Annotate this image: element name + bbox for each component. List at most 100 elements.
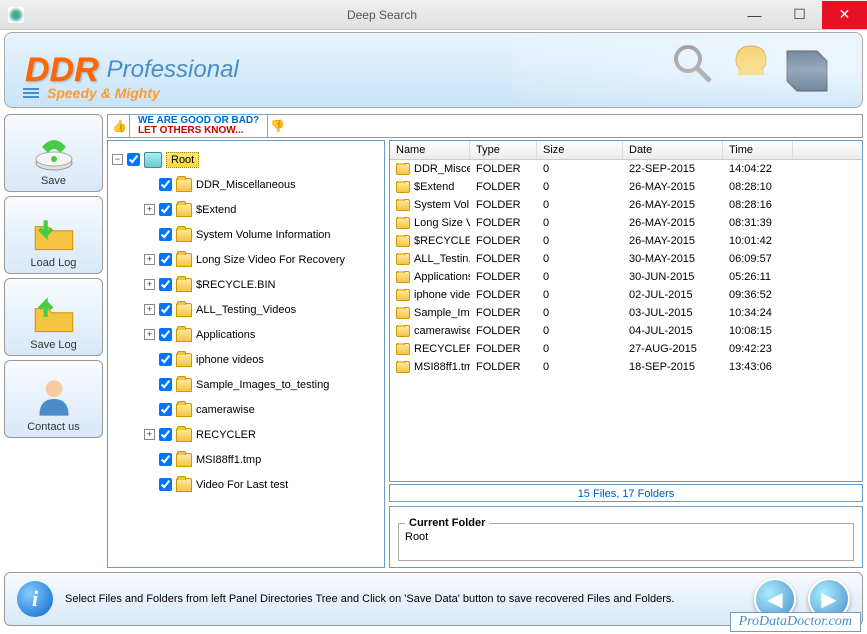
tree-item-checkbox[interactable] — [159, 353, 172, 366]
tree-item-checkbox[interactable] — [159, 403, 172, 416]
col-type[interactable]: Type — [470, 141, 537, 159]
cell-name: DDR_Miscel... — [414, 163, 470, 175]
cell-name: ALL_Testin... — [414, 253, 470, 265]
tree-item-checkbox[interactable] — [159, 253, 172, 266]
save-log-button[interactable]: Save Log — [4, 278, 103, 356]
tree-expand-icon[interactable]: + — [144, 329, 155, 340]
cell-name: RECYCLER — [414, 343, 470, 355]
table-row[interactable]: $RECYCLE....FOLDER026-MAY-201510:01:42 — [390, 232, 862, 250]
table-row[interactable]: DDR_Miscel...FOLDER022-SEP-201514:04:22 — [390, 160, 862, 178]
table-row[interactable]: camerawiseFOLDER004-JUL-201510:08:15 — [390, 322, 862, 340]
tree-item-label[interactable]: DDR_Miscellaneous — [196, 179, 296, 191]
col-date[interactable]: Date — [623, 141, 723, 159]
tree-item[interactable]: camerawise — [112, 397, 380, 422]
minimize-button[interactable]: — — [732, 1, 777, 29]
tree-item-label[interactable]: MSI88ff1.tmp — [196, 454, 261, 466]
tree-item-label[interactable]: Applications — [196, 329, 255, 341]
tree-item[interactable]: System Volume Information — [112, 222, 380, 247]
tree-root-checkbox[interactable] — [127, 153, 140, 166]
tree-item-label[interactable]: ALL_Testing_Videos — [196, 304, 296, 316]
tree-item-checkbox[interactable] — [159, 303, 172, 316]
cell-name: $Extend — [414, 181, 454, 193]
folder-icon — [176, 228, 192, 242]
tree-item-label[interactable]: RECYCLER — [196, 429, 256, 441]
cell-time: 06:09:57 — [723, 253, 793, 265]
cell-date: 22-SEP-2015 — [623, 163, 723, 175]
tree-item[interactable]: + RECYCLER — [112, 422, 380, 447]
table-row[interactable]: iphone videosFOLDER002-JUL-201509:36:52 — [390, 286, 862, 304]
tree-expand-icon[interactable]: + — [144, 204, 155, 215]
tree-item[interactable]: + Applications — [112, 322, 380, 347]
tree-item-label[interactable]: System Volume Information — [196, 229, 331, 241]
tree-item-label[interactable]: iphone videos — [196, 354, 264, 366]
tree-item-label[interactable]: Sample_Images_to_testing — [196, 379, 329, 391]
tree-item[interactable]: + $RECYCLE.BIN — [112, 272, 380, 297]
cell-size: 0 — [537, 307, 623, 319]
tree-expand-icon — [144, 354, 155, 365]
promo-bar[interactable]: 👍 WE ARE GOOD OR BAD? LET OTHERS KNOW...… — [107, 114, 863, 138]
tree-item-checkbox[interactable] — [159, 228, 172, 241]
directory-tree[interactable]: − Root DDR_Miscellaneous + $Extend System V… — [107, 140, 385, 568]
tree-item-label[interactable]: camerawise — [196, 404, 255, 416]
tree-item[interactable]: DDR_Miscellaneous — [112, 172, 380, 197]
tree-item-checkbox[interactable] — [159, 278, 172, 291]
cell-type: FOLDER — [470, 289, 537, 301]
tree-expand-icon[interactable]: + — [144, 429, 155, 440]
col-size[interactable]: Size — [537, 141, 623, 159]
load-log-button[interactable]: Load Log — [4, 196, 103, 274]
tree-expand-icon[interactable]: + — [144, 254, 155, 265]
cell-time: 08:31:39 — [723, 217, 793, 229]
tree-item-checkbox[interactable] — [159, 428, 172, 441]
folder-icon — [396, 199, 410, 211]
tree-item-checkbox[interactable] — [159, 378, 172, 391]
contact-icon — [29, 373, 79, 421]
tree-item[interactable]: + $Extend — [112, 197, 380, 222]
col-time[interactable]: Time — [723, 141, 793, 159]
tree-item-checkbox[interactable] — [159, 328, 172, 341]
tree-item[interactable]: + Long Size Video For Recovery — [112, 247, 380, 272]
table-row[interactable]: ApplicationsFOLDER030-JUN-201505:26:11 — [390, 268, 862, 286]
table-body[interactable]: DDR_Miscel...FOLDER022-SEP-201514:04:22$… — [390, 160, 862, 481]
tree-expand-icon[interactable]: + — [144, 279, 155, 290]
tree-item-label[interactable]: Video For Last test — [196, 479, 288, 491]
tree-item-checkbox[interactable] — [159, 478, 172, 491]
sidebar: Save Load Log Save Log Contact us — [4, 114, 103, 568]
cell-date: 26-MAY-2015 — [623, 181, 723, 193]
tree-item[interactable]: MSI88ff1.tmp — [112, 447, 380, 472]
cell-type: FOLDER — [470, 343, 537, 355]
folder-icon — [396, 361, 410, 373]
tree-expand-icon[interactable]: + — [144, 304, 155, 315]
cell-date: 26-MAY-2015 — [623, 217, 723, 229]
cell-date: 30-JUN-2015 — [623, 271, 723, 283]
tree-item-label[interactable]: $Extend — [196, 204, 236, 216]
tree-item-checkbox[interactable] — [159, 178, 172, 191]
contact-us-button[interactable]: Contact us — [4, 360, 103, 438]
table-row[interactable]: ALL_Testin...FOLDER030-MAY-201506:09:57 — [390, 250, 862, 268]
table-row[interactable]: System Vol...FOLDER026-MAY-201508:28:16 — [390, 196, 862, 214]
table-row[interactable]: RECYCLERFOLDER027-AUG-201509:42:23 — [390, 340, 862, 358]
cell-size: 0 — [537, 181, 623, 193]
col-name[interactable]: Name — [390, 141, 470, 159]
tree-item[interactable]: Video For Last test — [112, 472, 380, 497]
save-button[interactable]: Save — [4, 114, 103, 192]
tree-collapse-icon[interactable]: − — [112, 154, 123, 165]
table-row[interactable]: Long Size V...FOLDER026-MAY-201508:31:39 — [390, 214, 862, 232]
cell-name: camerawise — [414, 325, 470, 337]
tree-item-checkbox[interactable] — [159, 453, 172, 466]
current-folder-legend: Current Folder — [405, 517, 489, 529]
tree-item[interactable]: Sample_Images_to_testing — [112, 372, 380, 397]
tree-item-label[interactable]: Long Size Video For Recovery — [196, 254, 345, 266]
table-row[interactable]: $ExtendFOLDER026-MAY-201508:28:10 — [390, 178, 862, 196]
tree-item-label[interactable]: $RECYCLE.BIN — [196, 279, 275, 291]
cell-size: 0 — [537, 361, 623, 373]
cell-name: Applications — [414, 271, 470, 283]
table-row[interactable]: Sample_Im...FOLDER003-JUL-201510:34:24 — [390, 304, 862, 322]
tree-root-label[interactable]: Root — [166, 152, 199, 168]
tree-item[interactable]: iphone videos — [112, 347, 380, 372]
table-row[interactable]: MSI88ff1.tmpFOLDER018-SEP-201513:43:06 — [390, 358, 862, 376]
tree-item-checkbox[interactable] — [159, 203, 172, 216]
close-button[interactable]: ✕ — [822, 1, 867, 29]
banner-tagline: Speedy & Mighty — [47, 85, 160, 101]
maximize-button[interactable]: ☐ — [777, 1, 822, 29]
tree-item[interactable]: + ALL_Testing_Videos — [112, 297, 380, 322]
